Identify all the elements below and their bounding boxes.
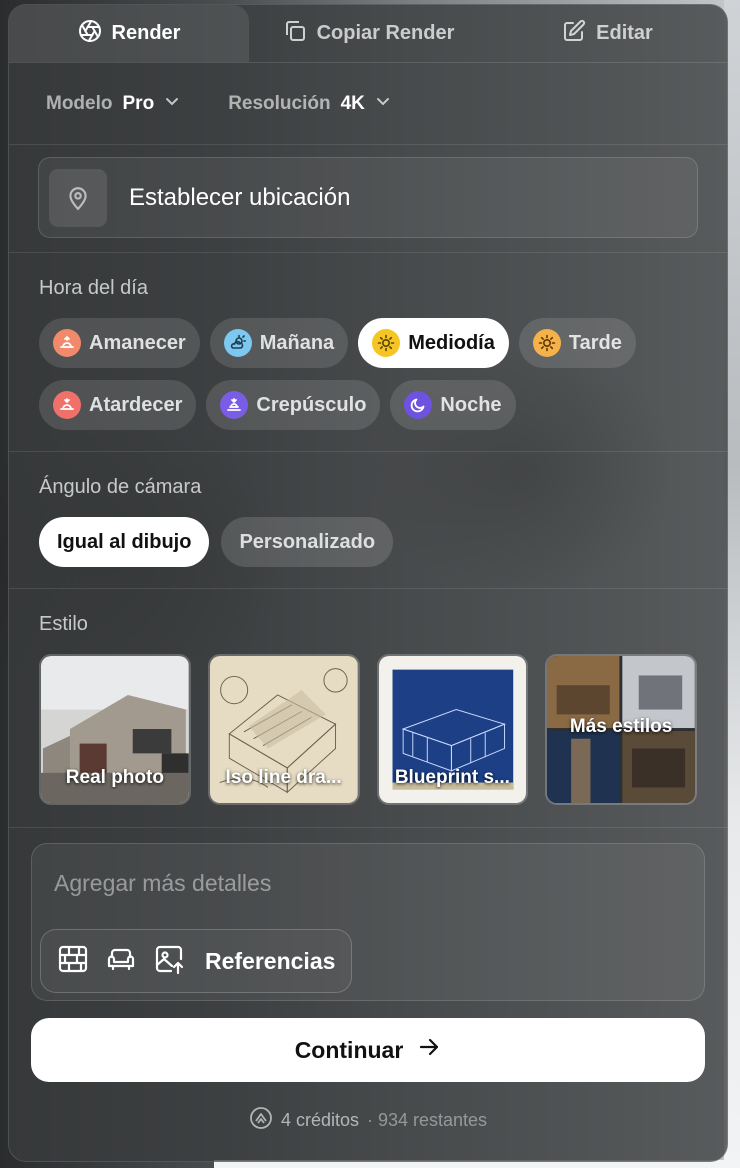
- moon-icon: [404, 391, 433, 419]
- chip-label: Atardecer: [89, 393, 183, 416]
- section-title: Ángulo de cámara: [39, 476, 202, 498]
- model-label: Modelo: [46, 92, 113, 114]
- details-input[interactable]: Agregar más detalles Referencias: [31, 843, 705, 1001]
- resolution-dropdown[interactable]: Resolución 4K: [228, 93, 391, 115]
- resolution-label: Resolución: [228, 92, 331, 114]
- sun-icon: [372, 329, 401, 357]
- arrow-right-icon: [417, 1035, 441, 1065]
- dusk-icon: [220, 391, 249, 419]
- continue-label: Continuar: [294, 1036, 404, 1063]
- chip-label: Noche: [440, 393, 502, 416]
- sun-icon: [532, 329, 561, 357]
- tab-label: Render: [111, 22, 181, 44]
- settings-row: Modelo Pro Resolución 4K: [9, 63, 727, 145]
- chevron-down-icon: [375, 93, 391, 115]
- camera-angle-section: Ángulo de cámara Igual al dibujo Persona…: [9, 452, 727, 589]
- time-option-crepusculo[interactable]: Crepúsculo: [206, 380, 381, 430]
- sofa-icon[interactable]: [105, 943, 137, 980]
- set-location-button[interactable]: Establecer ubicación: [38, 157, 698, 238]
- map-pin-icon: [49, 168, 107, 227]
- style-options: Real photo Iso line dra... Blueprint s..…: [39, 654, 697, 805]
- style-card-label: Más estilos: [569, 716, 673, 737]
- credits-cost: 4 créditos: [280, 1110, 359, 1130]
- references-button[interactable]: Referencias: [205, 948, 335, 975]
- time-of-day-section: Hora del día Amanecer Mañana Mediodía Ta…: [9, 253, 727, 452]
- style-card-label: Iso line dra...: [225, 767, 342, 788]
- time-option-manana[interactable]: Mañana: [209, 318, 349, 368]
- chip-label: Mediodía: [408, 331, 495, 354]
- tab-label: Copiar Render: [316, 22, 455, 44]
- time-option-amanecer[interactable]: Amanecer: [39, 318, 200, 368]
- style-card-label: Blueprint s...: [394, 767, 510, 788]
- credits-info: 4 créditos · 934 restantes: [9, 1106, 727, 1135]
- continue-section: Continuar: [9, 1001, 727, 1082]
- chevron-down-icon: [164, 93, 180, 115]
- chip-label: Crepúsculo: [256, 393, 367, 416]
- brick-wall-icon[interactable]: [57, 943, 89, 980]
- time-option-tarde[interactable]: Tarde: [518, 318, 636, 368]
- model-dropdown[interactable]: Modelo Pro: [46, 93, 180, 115]
- resolution-value: 4K: [340, 92, 365, 114]
- camera-options: Igual al dibujo Personalizado: [39, 517, 697, 567]
- image-upload-icon[interactable]: [153, 943, 185, 980]
- style-card-real-photo[interactable]: Real photo: [39, 654, 191, 805]
- sunrise-icon: [53, 329, 81, 357]
- tab-bar: Render Copiar Render Editar: [9, 5, 727, 63]
- copy-icon: [283, 19, 307, 49]
- time-option-mediodia[interactable]: Mediodía: [358, 318, 509, 368]
- chip-label: Amanecer: [89, 331, 186, 354]
- location-label: Establecer ubicación: [129, 183, 351, 211]
- details-placeholder: Agregar más detalles: [54, 870, 272, 896]
- details-section: Agregar más detalles Referencias: [9, 828, 727, 1001]
- tab-edit[interactable]: Editar: [488, 5, 727, 62]
- time-option-atardecer[interactable]: Atardecer: [39, 380, 197, 430]
- model-value: Pro: [122, 92, 155, 114]
- aperture-icon: [78, 19, 102, 49]
- camera-option-custom[interactable]: Personalizado: [221, 517, 394, 567]
- continue-button[interactable]: Continuar: [31, 1018, 705, 1082]
- style-card-more-styles[interactable]: Más estilos: [545, 654, 697, 805]
- render-panel: Render Copiar Render Editar Modelo Pro R…: [8, 4, 728, 1162]
- chip-label: Mañana: [259, 331, 335, 354]
- sun-cloud-icon: [223, 329, 252, 357]
- credits-remaining: · 934 restantes: [366, 1110, 488, 1130]
- location-section: Establecer ubicación: [9, 145, 727, 253]
- style-card-label: Real photo: [65, 767, 164, 788]
- chip-label: Tarde: [568, 331, 622, 354]
- camera-option-same-as-drawing[interactable]: Igual al dibujo: [39, 517, 210, 567]
- time-of-day-options: Amanecer Mañana Mediodía Tarde Atardecer…: [39, 318, 697, 430]
- sunset-icon: [53, 391, 81, 419]
- time-option-noche[interactable]: Noche: [390, 380, 516, 430]
- tab-copy-render[interactable]: Copiar Render: [249, 5, 488, 62]
- section-title: Hora del día: [39, 277, 148, 299]
- style-card-iso-line-drawing[interactable]: Iso line dra...: [207, 654, 360, 805]
- tab-label: Editar: [596, 22, 653, 44]
- edit-icon: [562, 19, 586, 49]
- credits-logo-icon: [249, 1106, 273, 1135]
- style-card-blueprint[interactable]: Blueprint s...: [376, 654, 529, 805]
- tab-render[interactable]: Render: [9, 5, 249, 62]
- section-title: Estilo: [39, 613, 88, 635]
- reference-toolbar: Referencias: [40, 929, 353, 993]
- style-section: Estilo Real photo Iso line dra... Bluepr…: [9, 589, 727, 828]
